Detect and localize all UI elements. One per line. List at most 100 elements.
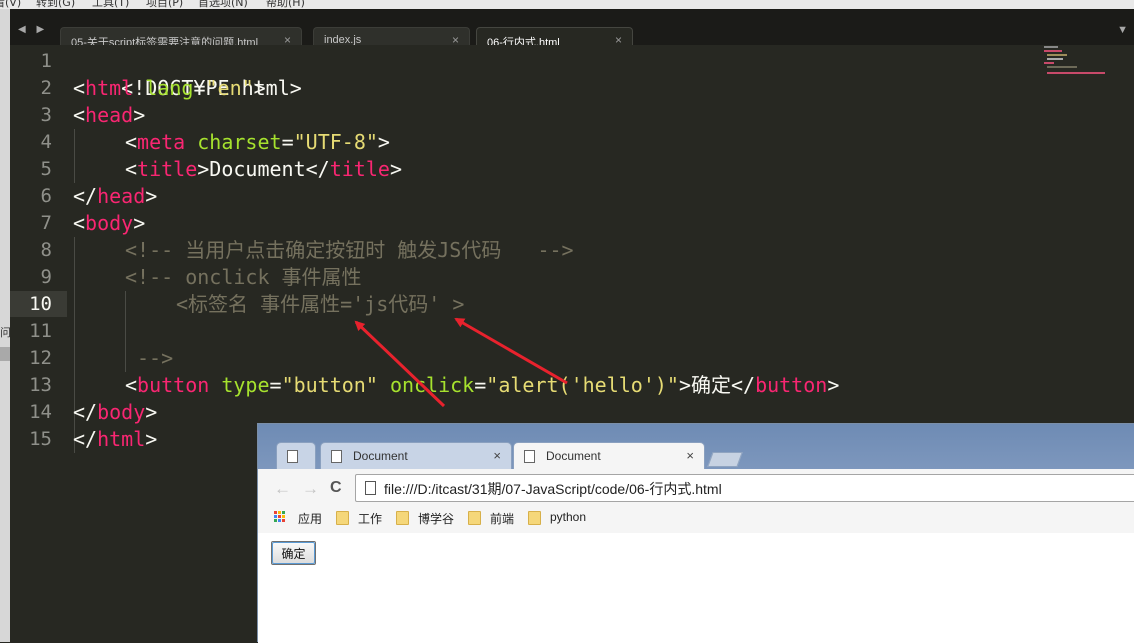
code-line-15: </html> — [73, 426, 157, 453]
code-line-10: <标签名 事件属性='js代码' > — [176, 291, 464, 318]
punct-token: </ — [73, 427, 98, 451]
text-token: >Document</ — [197, 157, 330, 181]
menu-item-help[interactable]: 帮助(H) — [266, 0, 305, 9]
menu-item-goto[interactable]: 转到(G) — [36, 0, 75, 9]
code-line-8: <!-- 当用户点击确定按钮时 触发JS代码 --> — [125, 237, 574, 264]
punct-token: < — [73, 211, 86, 235]
line-number: 5 — [40, 158, 52, 180]
reload-icon[interactable]: C — [330, 479, 342, 497]
close-icon[interactable]: × — [493, 448, 501, 463]
line-number: 8 — [40, 239, 52, 261]
editor-tab-bar: ◀ ▶ 05-关于script标签需要注意的问题.html × index.js… — [10, 9, 1134, 54]
string-token: "alert('hello')" — [486, 373, 679, 397]
attr-token: type — [221, 373, 270, 397]
address-url: file:///D:/itcast/31期/07-JavaScript/code… — [384, 481, 722, 497]
punct-token: < — [125, 373, 138, 397]
bookmark-apps[interactable]: 应用 — [274, 509, 334, 527]
tag-token: title — [137, 157, 198, 181]
menu-item-view[interactable]: 看(V) — [0, 0, 21, 9]
folder-icon — [528, 511, 541, 525]
line-number: 12 — [29, 347, 52, 369]
page-icon — [331, 450, 342, 463]
code-line-5: <title>Document</title> — [125, 156, 402, 183]
punct-token: > — [133, 211, 146, 235]
bookmark-boxuegu[interactable]: 博学谷 — [396, 509, 462, 527]
string-token: "en" — [205, 76, 254, 100]
tag-token: head — [85, 103, 134, 127]
comment-token: <!-- 当用户点击确定按钮时 触发JS代码 --> — [125, 238, 574, 262]
punct-token: > — [145, 427, 158, 451]
browser-toolbar: ← → C file:///D:/itcast/31期/07-JavaScrip… — [258, 469, 1134, 534]
folder-icon — [336, 511, 349, 525]
attr-token: charset — [197, 130, 282, 154]
forward-arrow-icon[interactable]: → — [302, 479, 319, 499]
code-line-4: <meta charset="UTF-8"> — [125, 129, 390, 156]
browser-tab-label: Document — [546, 449, 601, 463]
line-number: 7 — [40, 212, 52, 234]
code-line-14: </body> — [73, 399, 157, 426]
bookmark-label: 工作 — [358, 512, 383, 526]
line-number: 6 — [40, 185, 52, 207]
tag-token: meta — [137, 130, 186, 154]
bookmark-label: 应用 — [298, 512, 323, 526]
address-bar[interactable]: file:///D:/itcast/31期/07-JavaScript/code… — [355, 474, 1134, 502]
tab-nav-arrows[interactable]: ◀ ▶ — [18, 24, 48, 35]
tag-token: html — [97, 427, 146, 451]
page-icon — [287, 450, 298, 463]
tag-token: title — [329, 157, 390, 181]
line-number: 13 — [29, 374, 52, 396]
bookmark-python[interactable]: python — [528, 509, 598, 527]
comment-token: <标签名 事件属性='js代码' > — [176, 292, 465, 316]
close-icon[interactable]: × — [686, 448, 694, 463]
comment-token: <!-- onclick 事件属性 — [125, 265, 362, 289]
browser-page-content: 确定 — [258, 533, 1134, 643]
punct-token: > — [377, 130, 390, 154]
menu-item-preferences[interactable]: 首选项(N) — [198, 0, 248, 9]
bookmark-label: python — [550, 510, 587, 524]
folder-icon — [468, 511, 481, 525]
page-icon — [365, 481, 376, 495]
line-number: 4 — [40, 131, 52, 153]
tag-token: button — [755, 373, 828, 397]
punct-token: > — [827, 373, 840, 397]
line-number: 14 — [29, 401, 52, 423]
code-line-12: --> — [137, 345, 173, 372]
browser-tab-document-active[interactable]: Document × — [513, 442, 705, 470]
punct-token: < — [125, 157, 138, 181]
folder-icon — [396, 511, 409, 525]
attr-token: lang — [145, 76, 194, 100]
browser-tab-document[interactable]: Document × — [320, 442, 512, 470]
new-tab-button[interactable] — [707, 452, 743, 467]
punct-token: > — [389, 157, 402, 181]
browser-tab-label: Document — [353, 449, 408, 463]
code-line-13: <button type="button" onclick="alert('he… — [125, 372, 839, 399]
browser-window: Document × Document × ← → C file:///D:/i… — [257, 423, 1134, 643]
line-number: 9 — [40, 266, 52, 288]
punct-token: > — [133, 103, 146, 127]
chevron-down-icon[interactable]: ▼ — [1117, 24, 1128, 36]
code-line-6: </head> — [73, 183, 157, 210]
minimap[interactable] — [1044, 46, 1114, 76]
punct-token: < — [73, 103, 86, 127]
punct-token: </ — [73, 400, 98, 424]
bookmark-label: 前端 — [490, 512, 515, 526]
punct-token: = — [269, 373, 282, 397]
menu-item-tools[interactable]: 工具(T) — [92, 0, 129, 9]
attr-token: onclick — [389, 373, 475, 397]
bookmark-frontend[interactable]: 前端 — [468, 509, 524, 527]
indent-guide — [74, 129, 75, 183]
bookmark-label: 博学谷 — [418, 512, 455, 526]
punct-token: < — [73, 76, 86, 100]
bookmark-work[interactable]: 工作 — [336, 509, 392, 527]
confirm-button[interactable]: 确定 — [271, 541, 316, 565]
browser-tab-pinned[interactable] — [276, 442, 316, 470]
page-icon — [524, 450, 535, 463]
menu-item-project[interactable]: 项目(P) — [146, 0, 183, 9]
back-arrow-icon[interactable]: ← — [274, 479, 291, 499]
line-number: 15 — [29, 428, 52, 450]
code-line-7: <body> — [73, 210, 145, 237]
code-line-3: <head> — [73, 102, 145, 129]
